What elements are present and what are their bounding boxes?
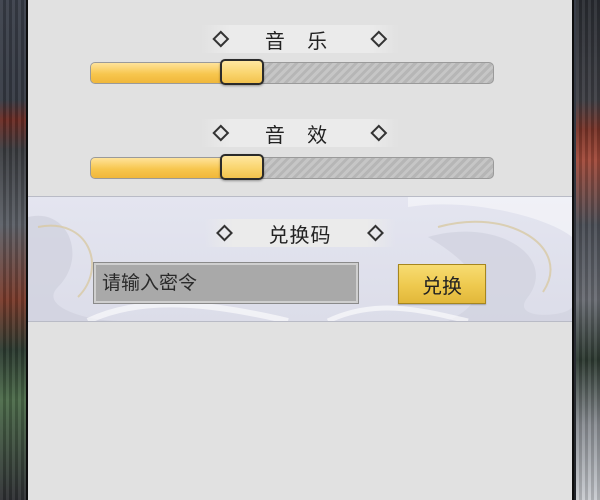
diamond-icon [370, 124, 388, 142]
sound-effects-label: 音 效 [264, 122, 336, 147]
sound-effects-volume-slider[interactable] [90, 154, 494, 180]
sound-effects-title: 音 效 [200, 119, 400, 147]
redeem-code-label: 兑换码 [268, 222, 332, 247]
diamond-icon [212, 30, 230, 48]
settings-panel: 音 乐 音 效 兑换码 请输入密令 兑换 [26, 0, 574, 500]
diamond-icon [212, 124, 230, 142]
game-screen: 音 乐 音 效 兑换码 请输入密令 兑换 [0, 0, 600, 500]
redeem-code-title: 兑换码 [204, 219, 396, 247]
background-scenery-left [0, 0, 26, 500]
redeem-button[interactable]: 兑换 [398, 264, 486, 304]
redeem-code-input[interactable] [93, 262, 359, 304]
music-title: 音 乐 [200, 25, 400, 53]
music-label: 音 乐 [264, 28, 336, 53]
background-scenery-right [576, 0, 600, 500]
diamond-icon [367, 224, 384, 242]
redeem-code-section: 兑换码 兑换 [28, 196, 572, 322]
diamond-icon [216, 224, 233, 242]
music-slider-knob[interactable] [219, 59, 264, 85]
sound-effects-slider-knob[interactable] [219, 154, 264, 180]
music-volume-slider[interactable] [90, 59, 494, 85]
diamond-icon [370, 30, 388, 48]
